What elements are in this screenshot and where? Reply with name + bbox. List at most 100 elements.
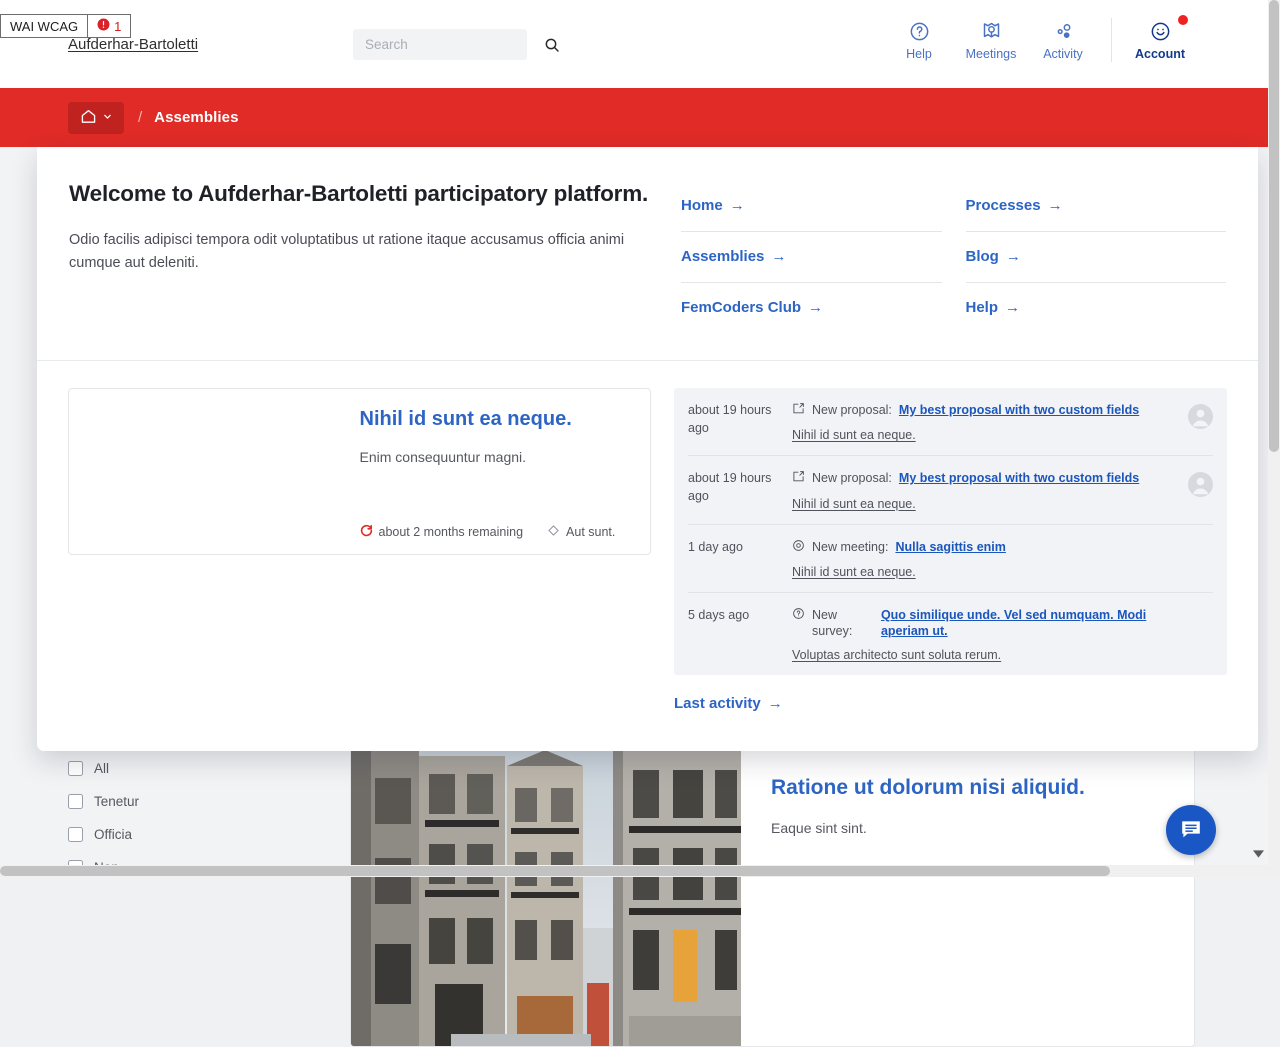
activity-context-link[interactable]: Nihil id sunt ea neque.: [792, 428, 1183, 442]
breadcrumb-separator: /: [138, 109, 143, 126]
survey-question-icon: [792, 607, 805, 624]
activity-content: New meeting: Nulla sagittis enim Nihil i…: [792, 539, 1183, 579]
user-navigation: Help Meetings Activity Account: [883, 15, 1196, 70]
nav-label-account: Account: [1135, 47, 1185, 61]
highlight-card-title: Nihil id sunt ea neque.: [359, 408, 572, 430]
quick-link-assemblies[interactable]: Assemblies →: [681, 232, 942, 283]
top-navigation-bar: Aufderhar-Bartoletti Help: [0, 0, 1268, 88]
chat-help-button[interactable]: [1166, 805, 1216, 855]
vertical-scrollbar[interactable]: [1268, 0, 1280, 877]
activity-content: New proposal: My best proposal with two …: [792, 470, 1183, 510]
activity-context-link[interactable]: Nihil id sunt ea neque.: [792, 497, 1183, 511]
nav-divider: [1111, 18, 1112, 62]
wcag-issue-count-group[interactable]: 1: [87, 15, 130, 37]
activity-kind: New survey:: [812, 607, 853, 638]
welcome-section: Welcome to Aufderhar-Bartoletti particip…: [37, 147, 1258, 361]
wcag-label: WAI WCAG: [10, 18, 79, 34]
activity-title-link[interactable]: Quo similique unde. Vel sed numquam. Mod…: [881, 607, 1183, 640]
activity-item[interactable]: about 19 hours ago New proposal: My best…: [688, 456, 1213, 525]
activity-kind: New proposal:: [812, 403, 892, 417]
activity-item[interactable]: 1 day ago New meeting: Nulla sagittis en…: [688, 525, 1213, 593]
filter-label: Tenetur: [94, 794, 140, 809]
search-icon[interactable]: [544, 37, 560, 53]
filter-label: Officia: [94, 827, 133, 842]
quick-links-grid: Home → Processes → Assemblies → Blog → F…: [681, 181, 1226, 334]
filter-option-all[interactable]: All: [68, 752, 298, 785]
chat-bubble-icon: [1179, 817, 1203, 844]
home-menu-button[interactable]: [68, 101, 124, 134]
welcome-description: Odio facilis adipisci tempora odit volup…: [69, 232, 625, 272]
chevron-down-icon: [102, 110, 113, 125]
nav-item-meetings[interactable]: Meetings: [955, 18, 1027, 61]
quick-link-help[interactable]: Help →: [966, 283, 1227, 334]
activity-feed: about 19 hours ago New proposal: My best…: [674, 388, 1227, 676]
activity-title-link[interactable]: My best proposal with two custom fields: [899, 402, 1139, 418]
arrow-right-icon: →: [767, 695, 783, 713]
quick-link-blog[interactable]: Blog →: [965, 232, 1226, 283]
activity-title-link[interactable]: My best proposal with two custom fields: [899, 470, 1139, 486]
quick-link-processes[interactable]: Processes →: [965, 181, 1226, 232]
notification-dot: [1178, 15, 1188, 25]
vertical-scrollbar-thumb[interactable]: [1269, 0, 1279, 452]
search-input[interactable]: [363, 36, 544, 53]
background-card-body: Ratione ut dolorum nisi aliquid. Eaque s…: [741, 748, 1194, 1046]
activity-context-link[interactable]: Voluptas architecto sunt soluta rerum.: [792, 648, 1183, 662]
quick-link-home[interactable]: Home →: [681, 181, 942, 232]
activity-timestamp: about 19 hours ago: [688, 471, 772, 503]
home-icon: [80, 108, 97, 128]
quick-link-label: Processes: [965, 196, 1041, 214]
background-result-card[interactable]: Ratione ut dolorum nisi aliquid. Eaque s…: [350, 747, 1195, 1047]
site-brand-link[interactable]: Aufderhar-Bartoletti: [68, 36, 198, 53]
wcag-accessibility-badge[interactable]: WAI WCAG 1: [0, 14, 132, 38]
highlighted-process-card[interactable]: Nihil id sunt ea neque. Enim consequuntu…: [68, 388, 651, 555]
breadcrumb-bar: / Assemblies: [0, 88, 1268, 147]
last-activity-link[interactable]: Last activity →: [674, 695, 1227, 712]
background-card-title: Ratione ut dolorum nisi aliquid.: [771, 776, 1085, 799]
welcome-text-block: Welcome to Aufderhar-Bartoletti particip…: [69, 181, 681, 334]
page-title: Welcome to Aufderhar-Bartoletti particip…: [69, 181, 649, 206]
nav-item-activity[interactable]: Activity: [1027, 18, 1099, 61]
search-box[interactable]: [353, 29, 559, 60]
activity-kind: New meeting:: [812, 539, 889, 554]
quick-link-label: Blog: [965, 247, 999, 265]
meta-remaining-time: about 2 months remaining: [360, 524, 524, 540]
filter-label: All: [94, 761, 110, 776]
avatar: [1183, 402, 1213, 442]
proposal-icon: [792, 402, 805, 419]
filter-option-tenetur[interactable]: Tenetur: [68, 785, 298, 818]
arrow-right-icon: →: [771, 247, 787, 265]
nav-item-account[interactable]: Account: [1124, 15, 1196, 61]
highlight-card-body: Nihil id sunt ea neque. Enim consequuntu…: [360, 408, 635, 540]
meta-remaining-label: about 2 months remaining: [378, 525, 524, 539]
checkbox-icon[interactable]: [68, 794, 83, 809]
horizontal-scrollbar[interactable]: [0, 865, 1268, 877]
arrow-right-icon: →: [1047, 196, 1063, 214]
avatar-placeholder: [1183, 539, 1213, 579]
avatar-placeholder: [1183, 607, 1213, 663]
background-card-subtitle: Eaque sint sint.: [771, 820, 867, 836]
smiley-face-icon: [1150, 20, 1171, 42]
quick-link-label: Home: [681, 196, 723, 214]
arrow-right-icon: →: [1005, 247, 1021, 265]
quick-link-label: Help: [965, 299, 999, 316]
activity-title-link[interactable]: Nulla sagittis enim: [895, 539, 1005, 555]
quick-link-femcoders-club[interactable]: FemCoders Club →: [681, 283, 942, 334]
horizontal-scrollbar-thumb[interactable]: [0, 866, 1110, 876]
activity-item[interactable]: about 19 hours ago New proposal: My best…: [688, 388, 1213, 457]
nav-label-help: Help: [906, 47, 932, 61]
highlight-card-meta: about 2 months remaining Aut sunt.: [360, 524, 635, 540]
proposal-icon: [792, 470, 805, 487]
nav-item-help[interactable]: Help: [883, 18, 955, 61]
quick-link-label: FemCoders Club: [681, 299, 802, 316]
activity-content: New survey: Quo similique unde. Vel sed …: [792, 607, 1183, 663]
avatar: [1183, 470, 1213, 510]
activity-item[interactable]: 5 days ago New survey: Quo similique und…: [688, 593, 1213, 676]
checkbox-icon[interactable]: [68, 827, 83, 842]
last-activity-label: Last activity: [674, 695, 761, 713]
progress-circle-icon: [360, 524, 373, 540]
activity-context-link[interactable]: Nihil id sunt ea neque.: [792, 565, 1183, 579]
filter-option-officia[interactable]: Officia: [68, 818, 298, 851]
street-photo: [351, 748, 741, 1046]
checkbox-icon[interactable]: [68, 761, 83, 776]
meta-type-label: Aut sunt.: [566, 525, 616, 539]
